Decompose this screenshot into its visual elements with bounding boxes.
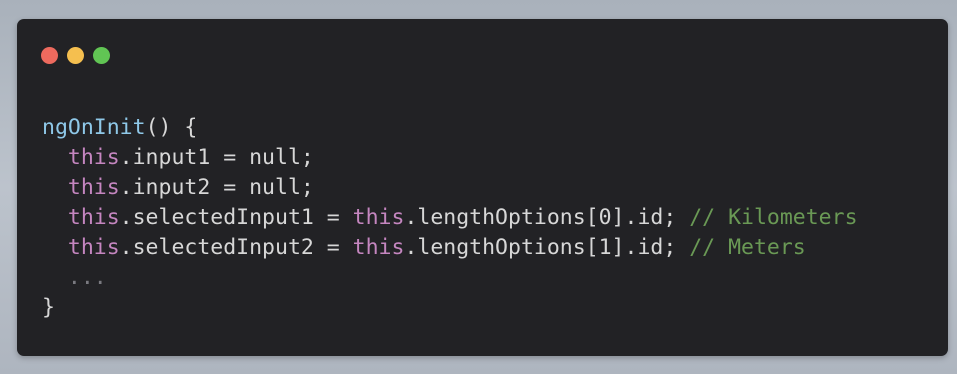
traffic-lights <box>41 47 110 64</box>
code-token: this <box>352 205 405 230</box>
code-token: .input2 = null; <box>119 175 314 200</box>
code-token: this <box>67 145 120 170</box>
code-token: this <box>67 175 120 200</box>
code-comment: // Meters <box>689 235 806 260</box>
code-token: .lengthOptions[0].id; <box>404 205 690 230</box>
code-comment: // Kilometers <box>689 205 858 230</box>
code-line: } <box>42 293 858 323</box>
code-token: ngOnInit <box>42 115 146 140</box>
code-token: this <box>67 205 120 230</box>
code-line: this.input1 = null; <box>42 143 858 173</box>
code-token: .input1 = null; <box>119 145 314 170</box>
code-token: .selectedInput1 = <box>119 205 353 230</box>
code-line: ngOnInit() { <box>42 113 858 143</box>
code-line: this.selectedInput1 = this.lengthOptions… <box>42 203 858 233</box>
code-token: .selectedInput2 = <box>119 235 353 260</box>
close-dot-icon[interactable] <box>41 47 58 64</box>
code-line: ... <box>42 263 858 293</box>
code-token: () { <box>145 115 198 140</box>
code-token: this <box>67 235 120 260</box>
minimize-dot-icon[interactable] <box>67 47 84 64</box>
code-token: } <box>42 295 55 320</box>
code-token: .lengthOptions[1].id; <box>404 235 690 260</box>
code-token: this <box>352 235 405 260</box>
code-line: this.input2 = null; <box>42 173 858 203</box>
code-window: ngOnInit() { this.input1 = null; this.in… <box>17 19 948 356</box>
code-block: ngOnInit() { this.input1 = null; this.in… <box>42 113 858 323</box>
zoom-dot-icon[interactable] <box>93 47 110 64</box>
code-line: this.selectedInput2 = this.lengthOptions… <box>42 233 858 263</box>
ellipsis: ... <box>67 265 107 290</box>
